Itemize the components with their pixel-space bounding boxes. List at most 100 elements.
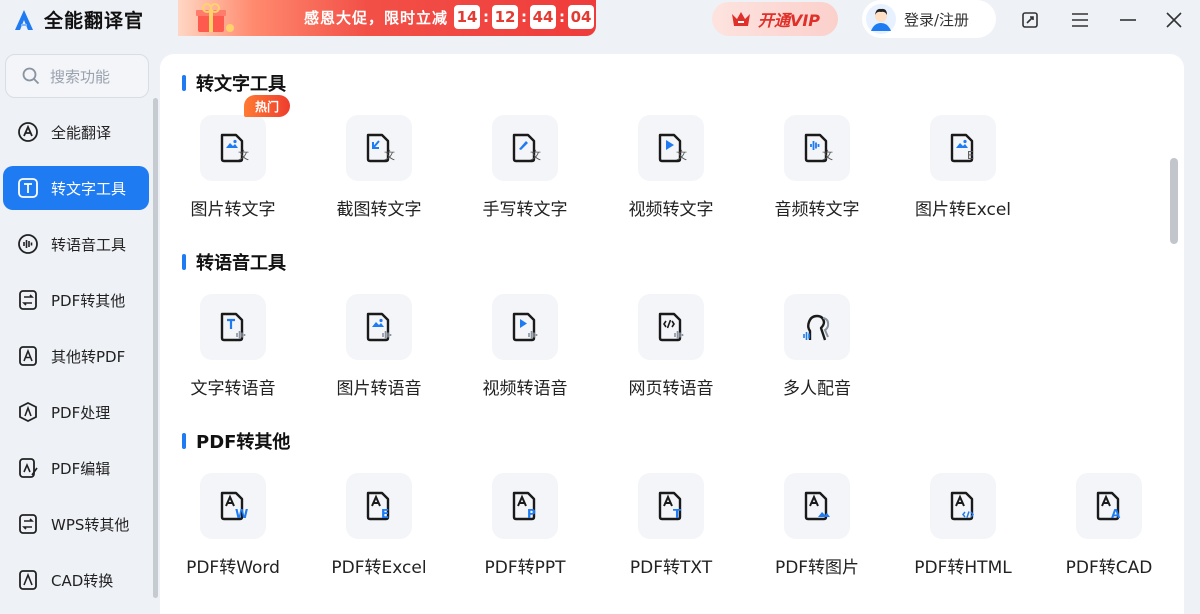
countdown-centiseconds: 04 bbox=[568, 5, 594, 29]
app-logo: 全能翻译官 bbox=[12, 6, 144, 33]
content-scrollbar[interactable] bbox=[1170, 158, 1178, 244]
minimize-button[interactable] bbox=[1116, 8, 1140, 32]
section-title-text: 转语音工具 bbox=[196, 253, 286, 274]
sidebar-item-label: PDF处理 bbox=[51, 403, 111, 422]
countdown-seconds: 44 bbox=[530, 5, 556, 29]
promo-banner[interactable]: 感恩大促，限时立减 14 : 12 : 44 : 04 bbox=[178, 0, 596, 36]
tool-card[interactable]: E 图片转Excel bbox=[890, 115, 1030, 245]
app-logo-icon bbox=[15, 9, 33, 30]
tool-card[interactable]: 网页转语音 bbox=[598, 294, 738, 424]
tool-icon-tile: 文 bbox=[200, 115, 266, 181]
tool-icon-tile: A bbox=[1076, 473, 1142, 539]
login-button[interactable]: 登录/注册 bbox=[862, 0, 996, 38]
tool-icon-tile bbox=[784, 473, 850, 539]
countdown-separator: : bbox=[559, 8, 565, 26]
webpage-to-speech-icon bbox=[658, 312, 684, 342]
pdf-to-txt-icon: T bbox=[658, 491, 682, 521]
tool-card[interactable]: PDF转图片 bbox=[744, 473, 884, 603]
text-t-icon bbox=[18, 178, 38, 198]
svg-text:E: E bbox=[967, 149, 974, 162]
pdf-to-html-icon bbox=[950, 491, 974, 521]
hot-badge: 热门 bbox=[244, 95, 290, 117]
tool-icon-tile bbox=[930, 473, 996, 539]
svg-text:文: 文 bbox=[238, 148, 249, 162]
tool-card[interactable]: A PDF转CAD bbox=[1036, 473, 1176, 603]
tool-card[interactable]: P PDF转PPT bbox=[452, 473, 592, 603]
tool-label: 多人配音 bbox=[783, 379, 851, 399]
sidebar-item-label: CAD转换 bbox=[51, 571, 114, 590]
sidebar-item-label: 转文字工具 bbox=[51, 179, 127, 198]
tool-label: PDF转TXT bbox=[629, 558, 713, 578]
tool-card[interactable]: 文截图转文字 bbox=[306, 115, 446, 245]
svg-text:文: 文 bbox=[822, 148, 833, 162]
sidebar-item[interactable]: PDF编辑 bbox=[3, 446, 149, 490]
tool-label: PDF转HTML bbox=[914, 558, 1012, 578]
image-to-text-icon: 文 bbox=[220, 133, 249, 163]
sidebar-item[interactable]: PDF转其他 bbox=[3, 278, 149, 322]
main-content: 转文字工具文图片转文字 热门文截图转文字文手写转文字文视频转文字文音频转文字 E 图片… bbox=[160, 54, 1184, 614]
title-bar: 全能翻译官 感恩大促，限时立减 14 : 12 : 44 : 04 开通VIP bbox=[0, 0, 1200, 40]
sidebar-item[interactable]: 全能翻译 bbox=[3, 110, 149, 154]
image-to-speech-icon bbox=[366, 312, 392, 342]
menu-icon bbox=[1072, 13, 1088, 27]
section-title: 转文字工具 bbox=[182, 70, 286, 96]
countdown-separator: : bbox=[521, 8, 527, 26]
handwriting-to-text-icon: 文 bbox=[512, 133, 541, 163]
tool-icon-tile bbox=[200, 294, 266, 360]
tool-icon-tile: P bbox=[492, 473, 558, 539]
sidebar-scrollbar[interactable] bbox=[153, 98, 158, 598]
tool-card[interactable]: 文图片转文字 热门 bbox=[160, 95, 300, 245]
svg-text:文: 文 bbox=[676, 148, 687, 162]
tool-label: 视频转语音 bbox=[482, 379, 568, 399]
sidebar-item-label: WPS转其他 bbox=[51, 515, 130, 534]
screenshot-to-text-icon: 文 bbox=[366, 133, 395, 163]
vip-label: 开通VIP bbox=[757, 11, 821, 30]
svg-text:文: 文 bbox=[530, 148, 541, 162]
sidebar-item[interactable]: 其他转PDF bbox=[3, 334, 149, 378]
menu-button[interactable] bbox=[1068, 8, 1092, 32]
section-title: PDF转其他 bbox=[182, 428, 290, 454]
tool-card[interactable]: 视频转语音 bbox=[452, 294, 592, 424]
sidebar-item[interactable]: CAD转换 bbox=[3, 558, 149, 602]
close-button[interactable] bbox=[1162, 8, 1186, 32]
sidebar-item[interactable]: 转文字工具 bbox=[3, 166, 149, 210]
tool-label: 网页转语音 bbox=[628, 379, 714, 399]
tool-card[interactable]: PDF转HTML bbox=[890, 473, 1030, 603]
sidebar-item[interactable]: 转语音工具 bbox=[3, 222, 149, 266]
tool-card[interactable]: 文音频转文字 bbox=[744, 115, 884, 245]
section-title-text: 转文字工具 bbox=[196, 74, 286, 95]
tool-card[interactable]: 文手写转文字 bbox=[452, 115, 592, 245]
gift-icon bbox=[196, 3, 234, 32]
close-icon bbox=[1166, 12, 1182, 28]
tool-card[interactable]: T PDF转TXT bbox=[598, 473, 738, 603]
video-to-speech-icon bbox=[512, 312, 538, 342]
mini-mode-button[interactable] bbox=[1018, 8, 1042, 32]
sidebar-item[interactable]: PDF处理 bbox=[3, 390, 149, 434]
tool-icon-tile: E bbox=[930, 115, 996, 181]
tool-label: PDF转PPT bbox=[484, 558, 566, 578]
tool-card[interactable]: 图片转语音 bbox=[306, 294, 446, 424]
open-vip-button[interactable]: 开通VIP bbox=[712, 2, 838, 36]
promo-text: 感恩大促，限时立减 bbox=[304, 9, 449, 27]
app-title: 全能翻译官 bbox=[44, 10, 145, 32]
tool-label: 图片转文字 bbox=[190, 200, 276, 220]
tool-label: 图片转语音 bbox=[336, 379, 422, 399]
tool-label: 截图转文字 bbox=[336, 200, 422, 220]
tool-card[interactable]: W PDF转Word bbox=[160, 473, 300, 603]
tool-card[interactable]: 多人配音 bbox=[744, 294, 884, 424]
svg-text:E: E bbox=[381, 507, 389, 521]
countdown-separator: : bbox=[483, 8, 489, 26]
tool-card[interactable]: E PDF转Excel bbox=[306, 473, 446, 603]
pdf-process-icon bbox=[19, 401, 37, 423]
search-input[interactable]: 搜索功能 bbox=[5, 54, 149, 98]
minimize-icon bbox=[1120, 19, 1136, 21]
tool-card[interactable]: 文字转语音 bbox=[160, 294, 300, 424]
translate-icon bbox=[18, 122, 38, 142]
sidebar-item[interactable]: WPS转其他 bbox=[3, 502, 149, 546]
pdf-to-cad-icon: A bbox=[1096, 491, 1121, 521]
tool-icon-tile bbox=[638, 294, 704, 360]
tool-icon-tile bbox=[492, 294, 558, 360]
tool-label: 文字转语音 bbox=[190, 379, 276, 399]
tool-label: PDF转Excel bbox=[331, 558, 427, 578]
tool-card[interactable]: 文视频转文字 bbox=[598, 115, 738, 245]
